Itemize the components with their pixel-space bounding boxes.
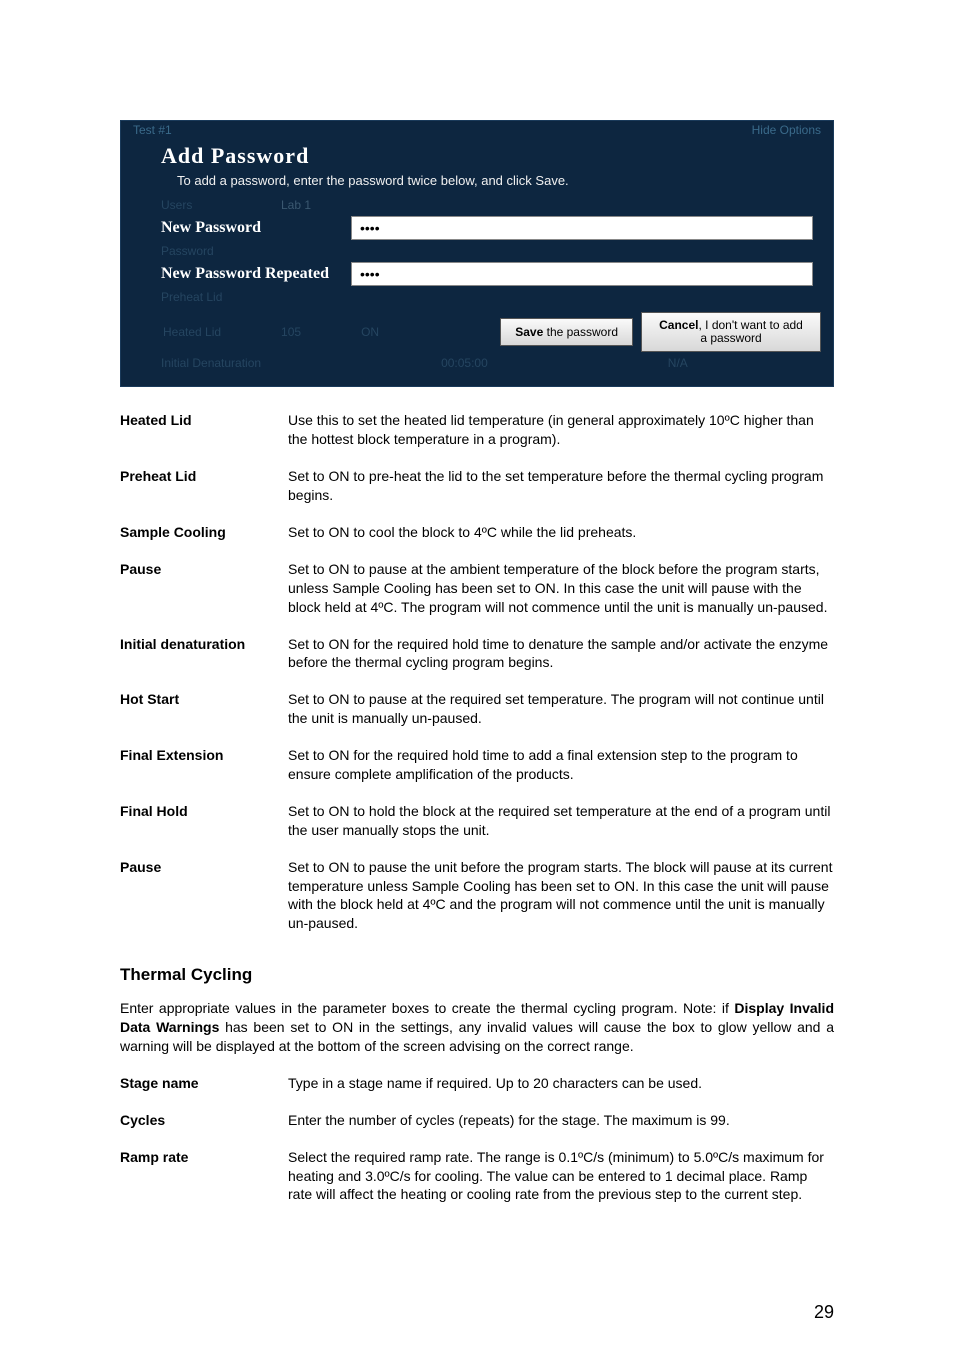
def-final-extension: Final Extension Set to ON for the requir…: [120, 746, 834, 784]
dialog-button-row: Heated Lid 105 ON Save the password Canc…: [121, 304, 833, 356]
def-pause: Pause Set to ON to pause at the ambient …: [120, 560, 834, 617]
def-pause-2: Pause Set to ON to pause the unit before…: [120, 858, 834, 934]
cancel-button[interactable]: Cancel, I don't want to add a password: [641, 312, 821, 352]
definitions-list-2: Stage name Type in a stage name if requi…: [120, 1074, 834, 1204]
def-initial-denaturation: Initial denaturation Set to ON for the r…: [120, 635, 834, 673]
ghost-on: ON: [361, 325, 379, 339]
def-hot-start: Hot Start Set to ON to pause at the requ…: [120, 690, 834, 728]
def-stage-name: Stage name Type in a stage name if requi…: [120, 1074, 834, 1093]
new-password-input[interactable]: [351, 216, 813, 240]
ghost-users: Users: [161, 198, 281, 212]
def-preheat-lid: Preheat Lid Set to ON to pre-heat the li…: [120, 467, 834, 505]
new-password-row: New Password: [121, 212, 833, 244]
ghost-105: 105: [281, 325, 301, 339]
ghost-time: 00:05:00: [441, 356, 488, 370]
dialog-subtitle: To add a password, enter the password tw…: [121, 173, 833, 198]
page-number: 29: [0, 1272, 954, 1363]
ghost-password: Password: [121, 244, 833, 258]
new-password-repeated-label: New Password Repeated: [161, 265, 351, 283]
new-password-repeated-row: New Password Repeated: [121, 258, 833, 290]
ghost-test: Test #1: [133, 123, 752, 137]
ghost-hide-options: Hide Options: [752, 123, 821, 137]
ghost-heated: Heated Lid: [163, 325, 221, 339]
new-password-repeated-input[interactable]: [351, 262, 813, 286]
ghost-na: N/A: [668, 356, 688, 370]
def-cycles: Cycles Enter the number of cycles (repea…: [120, 1111, 834, 1130]
def-sample-cooling: Sample Cooling Set to ON to cool the blo…: [120, 523, 834, 542]
ghost-lab: Lab 1: [281, 198, 311, 212]
section-title: Thermal Cycling: [120, 965, 834, 985]
def-final-hold: Final Hold Set to ON to hold the block a…: [120, 802, 834, 840]
new-password-label: New Password: [161, 219, 351, 237]
save-button[interactable]: Save the password: [500, 318, 633, 346]
def-ramp-rate: Ramp rate Select the required ramp rate.…: [120, 1148, 834, 1205]
definitions-list-1: Heated Lid Use this to set the heated li…: [120, 411, 834, 933]
ghost-users-row: Users Lab 1: [121, 198, 833, 212]
section-intro: Enter appropriate values in the paramete…: [120, 999, 834, 1056]
ghost-initial-row: Initial Denaturation 00:05:00 N/A: [121, 356, 833, 376]
ghost-preheat: Preheat Lid: [121, 290, 833, 304]
add-password-dialog: Test #1 Hide Options Add Password To add…: [120, 120, 834, 387]
ghost-row-top: Test #1 Hide Options: [121, 121, 833, 139]
ghost-heated-row: Heated Lid 105 ON: [133, 325, 379, 339]
ghost-initial: Initial Denaturation: [161, 356, 261, 370]
dialog-title: Add Password: [121, 139, 833, 173]
def-heated-lid: Heated Lid Use this to set the heated li…: [120, 411, 834, 449]
